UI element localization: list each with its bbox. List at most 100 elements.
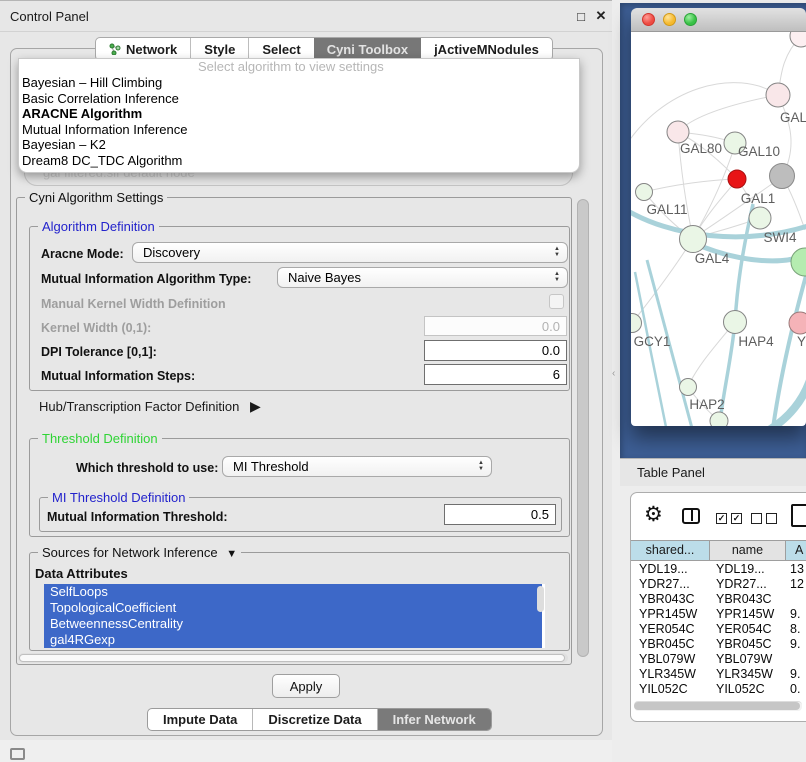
algorithm-dropdown-popup: Select algorithm to view settings Bayesi… xyxy=(18,58,580,173)
table-row[interactable]: YBL079W YBL079W xyxy=(631,652,806,667)
algorithm-option[interactable]: Basic Correlation Inference xyxy=(19,91,579,107)
node-y-partial[interactable] xyxy=(789,312,806,334)
close-window-button[interactable] xyxy=(642,13,655,26)
tab-infer-network[interactable]: Infer Network xyxy=(377,709,491,730)
table-row[interactable]: YIL052C YIL052C 0. xyxy=(631,682,806,696)
algorithm-definition-title: Algorithm Definition xyxy=(38,219,159,234)
table-row[interactable]: YDR27... YDR27... 12 xyxy=(631,577,806,592)
cell-shared-name: YLR345W xyxy=(631,667,710,682)
collapse-arrow-icon[interactable]: ▼ xyxy=(226,548,237,560)
tab-cyni-toolbox[interactable]: Cyni Toolbox xyxy=(314,38,421,60)
bottom-tabbar: Impute Data Discretize Data Infer Networ… xyxy=(147,708,492,731)
node-gal1[interactable] xyxy=(749,207,771,229)
node-gray[interactable] xyxy=(770,164,795,189)
tab-select[interactable]: Select xyxy=(248,38,313,60)
aracne-mode-label: Aracne Mode: xyxy=(41,247,124,261)
node-green[interactable] xyxy=(791,248,806,276)
settings-horizontal-scrollbar[interactable] xyxy=(18,653,568,663)
algorithm-dropdown-prompt: Select algorithm to view settings xyxy=(19,59,579,75)
table-row[interactable]: YDL19... YDL19... 13 xyxy=(631,562,806,577)
kernel-width-field[interactable]: 0.0 xyxy=(424,316,567,336)
mi-threshold-definition-title: MI Threshold Definition xyxy=(48,490,189,505)
close-panel-button[interactable]: ✕ xyxy=(592,7,610,25)
deselect-columns-button[interactable] xyxy=(751,513,777,524)
node-gal4[interactable] xyxy=(680,226,707,253)
tab-network[interactable]: Network xyxy=(96,38,190,60)
table-row[interactable]: YER054C YER054C 8. xyxy=(631,622,806,637)
attribute-item[interactable]: BetweennessCentrality xyxy=(44,616,542,632)
select-all-columns-button[interactable]: ✓ ✓ xyxy=(716,513,742,524)
attributes-scrollbar[interactable] xyxy=(537,586,544,612)
manual-kernel-width-checkbox[interactable] xyxy=(549,294,564,309)
network-icon xyxy=(109,43,121,55)
aracne-mode-combo[interactable]: Discovery ▲▼ xyxy=(132,242,568,263)
table-row[interactable]: YLR345W YLR345W 9. xyxy=(631,667,806,682)
settings-horizontal-scrollbar-thumb[interactable] xyxy=(19,654,565,662)
dpi-tolerance-field[interactable]: 0.0 xyxy=(424,340,567,361)
tab-network-label: Network xyxy=(126,42,177,57)
attribute-item[interactable]: SelfLoops xyxy=(44,584,542,600)
node-gal80[interactable] xyxy=(667,121,689,143)
table-row[interactable]: YPR145W YPR145W 9. xyxy=(631,607,806,622)
zoom-window-button[interactable] xyxy=(684,13,697,26)
column-header-partial[interactable]: A xyxy=(786,541,806,560)
algorithm-option[interactable]: Mutual Information Inference xyxy=(19,122,579,138)
table-row[interactable]: YBR045C YBR045C 9. xyxy=(631,637,806,652)
network-window-titlebar[interactable] xyxy=(631,8,806,32)
node-label: HAP2 xyxy=(689,397,724,412)
float-window-button[interactable]: □ xyxy=(572,7,590,25)
cell-shared-name: YBL079W xyxy=(631,652,710,667)
attribute-item[interactable]: TopologicalCoefficient xyxy=(44,600,542,616)
node-gcy1[interactable] xyxy=(631,314,642,333)
node[interactable] xyxy=(790,32,806,47)
node-hap4[interactable] xyxy=(724,311,747,334)
table-horizontal-scrollbar-thumb[interactable] xyxy=(634,702,800,710)
algorithm-option[interactable]: Dream8 DC_TDC Algorithm xyxy=(19,153,579,169)
threshold-definition-title: Threshold Definition xyxy=(38,431,162,446)
sources-group-title: Sources for Network Inference ▼ xyxy=(38,545,241,560)
column-header-shared-name[interactable]: shared... xyxy=(631,541,710,560)
panel-toggle-button[interactable] xyxy=(10,748,25,760)
attribute-item[interactable]: gal4RGexp xyxy=(44,632,542,648)
hub-definition-toggle[interactable]: Hub/Transcription Factor Definition ▶ xyxy=(39,398,261,415)
algorithm-option[interactable]: Bayesian – K2 xyxy=(19,137,579,153)
which-threshold-combo[interactable]: MI Threshold ▲▼ xyxy=(222,456,492,477)
new-table-page-button[interactable] xyxy=(791,504,806,527)
tab-discretize-data[interactable]: Discretize Data xyxy=(252,709,376,730)
tab-style[interactable]: Style xyxy=(190,38,248,60)
split-columns-button[interactable] xyxy=(682,508,700,524)
column-header-name[interactable]: name xyxy=(710,541,786,560)
node-gal11[interactable] xyxy=(636,184,653,201)
network-view-window[interactable]: GAL GAL80 GAL10 GAL1 SWI4 GAL11 GAL4 GCY… xyxy=(631,8,806,426)
node-hap2[interactable] xyxy=(680,379,697,396)
cell-name: YBL079W xyxy=(710,652,786,667)
table-settings-gear-button[interactable]: ⚙ xyxy=(644,502,663,527)
mi-threshold-label: Mutual Information Threshold: xyxy=(47,510,228,524)
algorithm-option[interactable]: Bayesian – Hill Climbing xyxy=(19,75,579,91)
mi-algorithm-type-combo[interactable]: Naive Bayes ▲▼ xyxy=(277,267,568,288)
control-panel-title: Control Panel xyxy=(0,9,89,24)
node[interactable] xyxy=(710,412,728,426)
node-red-selected[interactable] xyxy=(728,170,746,188)
tab-impute-data[interactable]: Impute Data xyxy=(148,709,252,730)
mi-steps-field[interactable]: 6 xyxy=(424,364,567,385)
network-nodes[interactable] xyxy=(631,32,806,426)
splitter-handle-icon[interactable]: ‹ xyxy=(612,368,615,379)
table-panel-titlebar: Table Panel xyxy=(620,458,806,486)
cell-shared-name: YER054C xyxy=(631,622,710,637)
node-gal-partial[interactable] xyxy=(766,83,790,107)
node-label: HAP4 xyxy=(738,334,774,349)
tab-cyni-toolbox-label: Cyni Toolbox xyxy=(327,42,408,57)
table-row[interactable]: YBR043C YBR043C xyxy=(631,592,806,607)
table-horizontal-scrollbar[interactable] xyxy=(634,701,802,711)
settings-vertical-scrollbar[interactable] xyxy=(577,199,589,657)
network-canvas[interactable]: GAL GAL80 GAL10 GAL1 SWI4 GAL11 GAL4 GCY… xyxy=(631,32,806,426)
apply-button[interactable]: Apply xyxy=(272,674,340,698)
algorithm-option-selected[interactable]: ARACNE Algorithm xyxy=(19,106,579,122)
mi-threshold-field[interactable]: 0.5 xyxy=(444,504,556,525)
minimize-window-button[interactable] xyxy=(663,13,676,26)
mi-algorithm-type-value: Naive Bayes xyxy=(288,270,361,285)
tab-jactivemnodules[interactable]: jActiveMNodules xyxy=(421,38,552,60)
cell-name: YDR27... xyxy=(710,577,786,592)
node-label: GAL10 xyxy=(738,144,780,159)
